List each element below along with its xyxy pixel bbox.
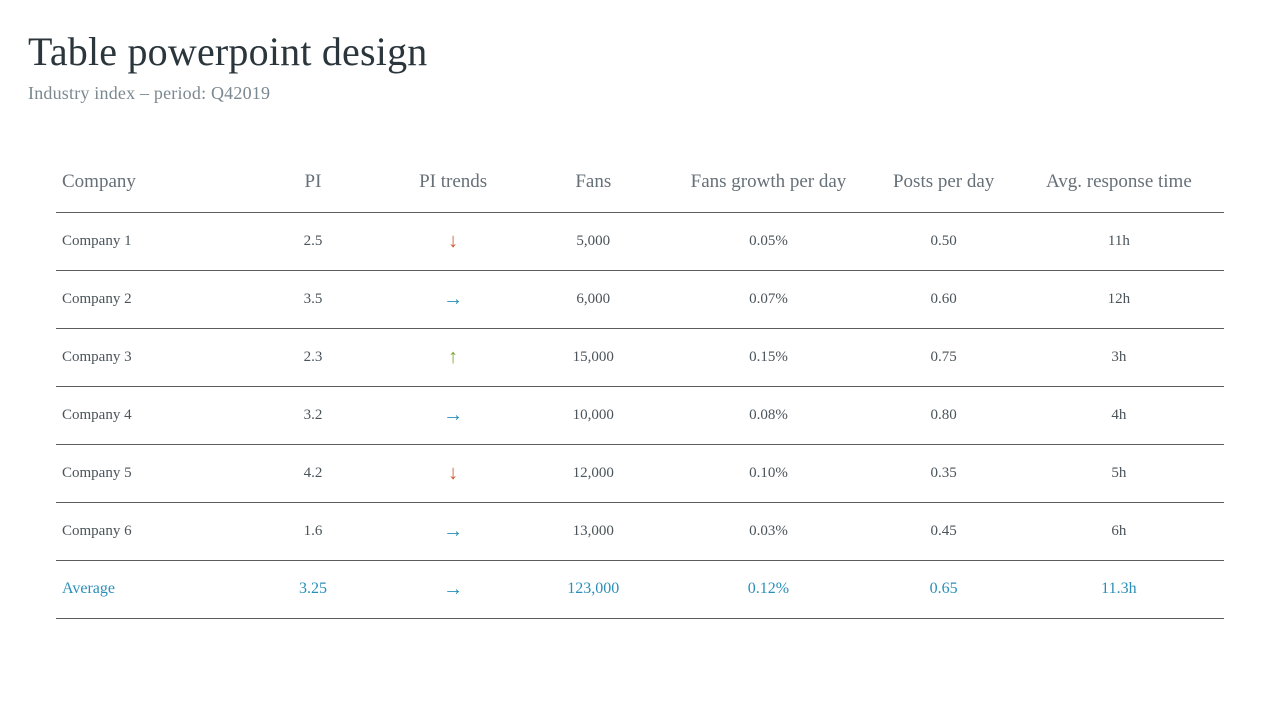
- arrow-right-icon: →: [443, 521, 463, 541]
- cell-fans: 123,000: [523, 560, 663, 618]
- cell-trend: ↑: [383, 328, 523, 386]
- cell-trend: →: [383, 386, 523, 444]
- table-header-row: Company PI PI trends Fans Fans growth pe…: [56, 156, 1224, 212]
- page-subtitle: Industry index – period: Q42019: [28, 83, 1252, 104]
- cell-company: Company 3: [56, 328, 243, 386]
- cell-company: Company 5: [56, 444, 243, 502]
- cell-posts: 0.45: [874, 502, 1014, 560]
- table-row: Company 23.5 → 6,0000.07%0.6012h: [56, 270, 1224, 328]
- cell-growth: 0.10%: [663, 444, 873, 502]
- cell-trend: →: [383, 270, 523, 328]
- col-company: Company: [56, 156, 243, 212]
- table-row: Company 43.2 → 10,0000.08%0.804h: [56, 386, 1224, 444]
- arrow-up-icon: ↑: [448, 347, 458, 367]
- cell-resp: 11.3h: [1014, 560, 1224, 618]
- cell-growth: 0.08%: [663, 386, 873, 444]
- data-table: Company PI PI trends Fans Fans growth pe…: [56, 156, 1224, 619]
- col-trend: PI trends: [383, 156, 523, 212]
- cell-posts: 0.50: [874, 212, 1014, 270]
- table-row: Company 54.2 ↓ 12,0000.10%0.355h: [56, 444, 1224, 502]
- table-row-average: Average3.25 → 123,0000.12%0.6511.3h: [56, 560, 1224, 618]
- cell-pi: 3.5: [243, 270, 383, 328]
- cell-company: Company 6: [56, 502, 243, 560]
- cell-fans: 6,000: [523, 270, 663, 328]
- cell-posts: 0.60: [874, 270, 1014, 328]
- cell-posts: 0.75: [874, 328, 1014, 386]
- arrow-down-icon: ↓: [448, 231, 458, 251]
- cell-growth: 0.15%: [663, 328, 873, 386]
- arrow-right-icon: →: [443, 405, 463, 425]
- table-row: Company 32.3 ↑ 15,0000.15%0.753h: [56, 328, 1224, 386]
- cell-resp: 5h: [1014, 444, 1224, 502]
- col-fans: Fans: [523, 156, 663, 212]
- cell-posts: 0.65: [874, 560, 1014, 618]
- arrow-right-icon: →: [443, 289, 463, 309]
- cell-fans: 5,000: [523, 212, 663, 270]
- cell-resp: 4h: [1014, 386, 1224, 444]
- cell-posts: 0.80: [874, 386, 1014, 444]
- cell-growth: 0.03%: [663, 502, 873, 560]
- col-growth: Fans growth per day: [663, 156, 873, 212]
- cell-company: Company 1: [56, 212, 243, 270]
- page-title: Table powerpoint design: [28, 28, 1252, 75]
- cell-resp: 12h: [1014, 270, 1224, 328]
- table-row: Company 61.6 → 13,0000.03%0.456h: [56, 502, 1224, 560]
- arrow-down-icon: ↓: [448, 463, 458, 483]
- cell-trend: ↓: [383, 212, 523, 270]
- cell-fans: 15,000: [523, 328, 663, 386]
- col-resp: Avg. response time: [1014, 156, 1224, 212]
- cell-resp: 6h: [1014, 502, 1224, 560]
- cell-pi: 2.5: [243, 212, 383, 270]
- cell-posts: 0.35: [874, 444, 1014, 502]
- cell-fans: 13,000: [523, 502, 663, 560]
- cell-company: Company 2: [56, 270, 243, 328]
- cell-fans: 10,000: [523, 386, 663, 444]
- cell-company: Average: [56, 560, 243, 618]
- cell-pi: 3.25: [243, 560, 383, 618]
- cell-trend: →: [383, 502, 523, 560]
- col-posts: Posts per day: [874, 156, 1014, 212]
- cell-trend: →: [383, 560, 523, 618]
- cell-growth: 0.12%: [663, 560, 873, 618]
- cell-company: Company 4: [56, 386, 243, 444]
- cell-pi: 3.2: [243, 386, 383, 444]
- col-pi: PI: [243, 156, 383, 212]
- cell-trend: ↓: [383, 444, 523, 502]
- cell-pi: 4.2: [243, 444, 383, 502]
- table-row: Company 12.5 ↓ 5,0000.05%0.5011h: [56, 212, 1224, 270]
- cell-pi: 1.6: [243, 502, 383, 560]
- cell-fans: 12,000: [523, 444, 663, 502]
- cell-pi: 2.3: [243, 328, 383, 386]
- cell-growth: 0.07%: [663, 270, 873, 328]
- cell-resp: 11h: [1014, 212, 1224, 270]
- data-table-container: Company PI PI trends Fans Fans growth pe…: [28, 156, 1252, 619]
- cell-resp: 3h: [1014, 328, 1224, 386]
- cell-growth: 0.05%: [663, 212, 873, 270]
- arrow-right-icon: →: [443, 579, 463, 599]
